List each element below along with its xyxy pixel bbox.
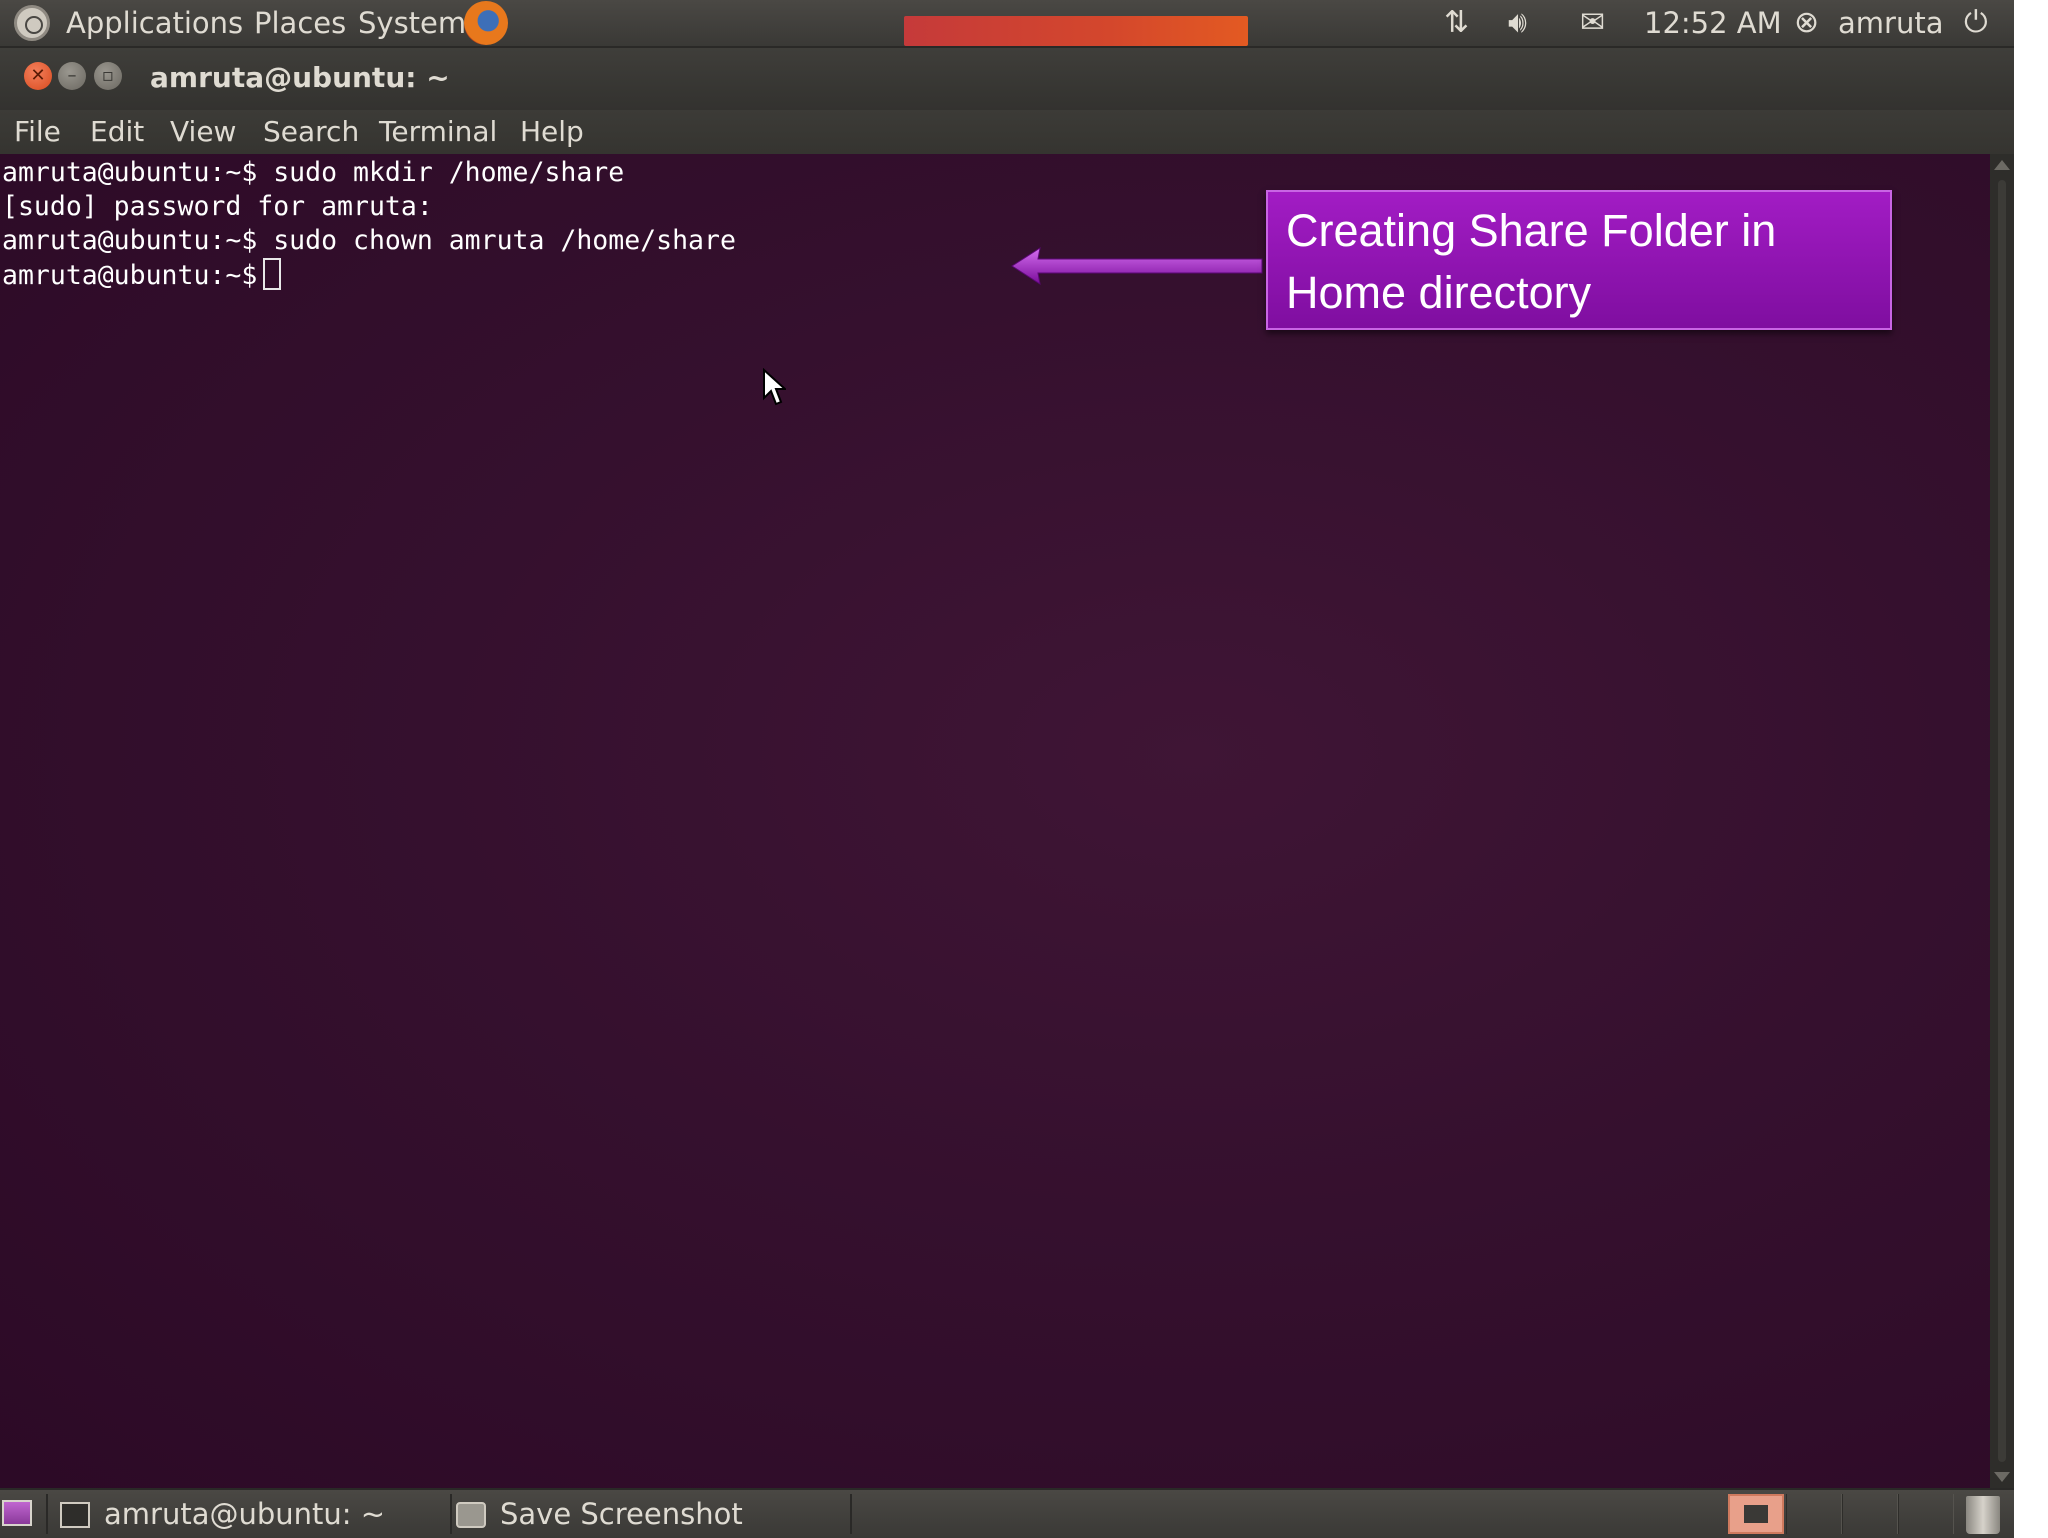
window-titlebar[interactable]: ✕ – ▫ amruta@ubuntu: ~ xyxy=(0,48,2014,110)
terminal-line: amruta@ubuntu:~$ sudo chown amruta /home… xyxy=(2,225,736,256)
top-panel: Applications Places System ⇅ 🔊︎ ✉ 12:52 … xyxy=(0,0,2014,48)
taskbar-item-label: amruta@ubuntu: ~ xyxy=(104,1497,386,1531)
window-title: amruta@ubuntu: ~ xyxy=(150,61,450,94)
terminal-text: amruta@ubuntu:~$ sudo mkdir /home/share … xyxy=(2,156,736,292)
maximize-button[interactable]: ▫ xyxy=(94,62,122,90)
terminal-line: amruta@ubuntu:~$ sudo mkdir /home/share xyxy=(2,157,625,188)
clock[interactable]: 12:52 AM xyxy=(1644,5,1782,41)
volume-icon[interactable]: 🔊︎ xyxy=(1508,5,1527,41)
workspace-switcher-1[interactable] xyxy=(1728,1494,1784,1534)
workspace-switcher-3[interactable] xyxy=(1842,1494,1898,1534)
system-menu[interactable]: System xyxy=(358,5,466,41)
power-icon[interactable]: ⏻ xyxy=(1964,5,1988,41)
menu-search[interactable]: Search xyxy=(263,114,359,150)
network-icon[interactable]: ⇅ xyxy=(1444,5,1469,41)
menu-view[interactable]: View xyxy=(170,114,236,150)
places-menu[interactable]: Places xyxy=(254,5,346,41)
taskbar-separator xyxy=(850,1494,852,1534)
vertical-scrollbar[interactable] xyxy=(1990,154,2014,1488)
menu-file[interactable]: File xyxy=(14,114,61,150)
mouse-pointer-icon xyxy=(763,368,786,406)
applications-menu[interactable]: Applications xyxy=(66,5,243,41)
workspace-switcher-2[interactable] xyxy=(1786,1494,1842,1534)
scroll-down-arrow-icon[interactable] xyxy=(1994,1472,2010,1482)
terminal-prompt-line: amruta@ubuntu:~$ xyxy=(2,258,736,292)
menubar: File Edit View Search Terminal Help xyxy=(0,110,2014,154)
ubuntu-logo-icon[interactable] xyxy=(14,5,50,41)
menu-edit[interactable]: Edit xyxy=(90,114,144,150)
taskbar-item-label: Save Screenshot xyxy=(500,1497,743,1531)
scroll-up-arrow-icon[interactable] xyxy=(1994,160,2010,170)
terminal-output-area[interactable]: amruta@ubuntu:~$ sudo mkdir /home/share … xyxy=(0,154,1990,1488)
taskbar-item-terminal[interactable]: amruta@ubuntu: ~ xyxy=(60,1492,446,1536)
annotation-arrow-icon xyxy=(1011,246,1263,286)
minimize-button[interactable]: – xyxy=(58,62,86,90)
user-name[interactable]: amruta xyxy=(1838,5,1943,41)
user-status-icon[interactable]: ⊗ xyxy=(1794,5,1819,41)
taskbar-item-save-screenshot[interactable]: Save Screenshot xyxy=(456,1492,848,1536)
terminal-cursor xyxy=(263,258,282,290)
workspace-switcher-4[interactable] xyxy=(1898,1494,1954,1534)
close-button[interactable]: ✕ xyxy=(24,62,52,90)
annotation-callout: Creating Share Folder in Home directory xyxy=(1266,190,1892,330)
recording-indicator-bar xyxy=(904,16,1248,46)
terminal-prompt: amruta@ubuntu:~$ xyxy=(2,260,258,291)
mail-icon[interactable]: ✉ xyxy=(1580,5,1605,41)
camera-icon xyxy=(456,1502,486,1528)
terminal-line: [sudo] password for amruta: xyxy=(2,191,433,222)
terminal-icon xyxy=(60,1502,90,1528)
firefox-icon[interactable] xyxy=(464,1,508,45)
bottom-panel: amruta@ubuntu: ~ Save Screenshot xyxy=(0,1488,2014,1538)
taskbar-separator xyxy=(46,1494,48,1534)
show-desktop-icon[interactable] xyxy=(2,1500,32,1526)
scrollbar-track[interactable] xyxy=(1998,180,2006,1462)
menu-terminal[interactable]: Terminal xyxy=(379,114,497,150)
trash-icon[interactable] xyxy=(1966,1496,2000,1534)
menu-help[interactable]: Help xyxy=(520,114,584,150)
taskbar-separator xyxy=(450,1494,452,1534)
